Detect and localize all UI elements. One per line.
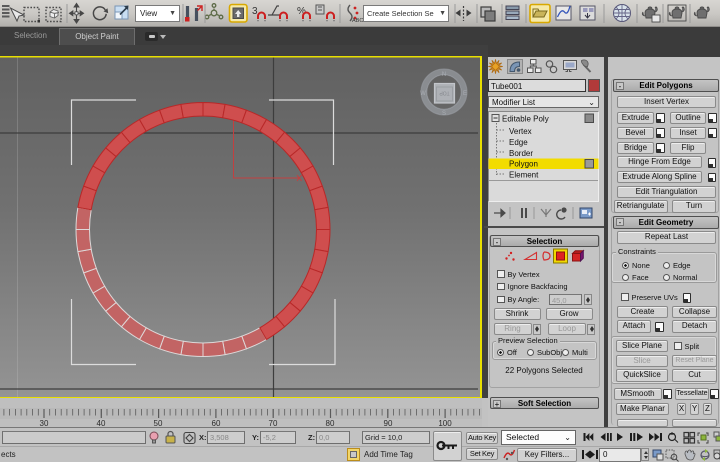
svg-text:Polygon: Polygon — [509, 160, 538, 169]
svg-text:Edge: Edge — [509, 138, 528, 147]
svg-text:W: W — [420, 91, 426, 97]
svg-text:Editable Poly: Editable Poly — [502, 115, 549, 124]
svg-text:Border: Border — [509, 149, 533, 158]
svg-text:Element: Element — [509, 171, 539, 180]
svg-text:E: E — [463, 91, 467, 97]
svg-text:Vertex: Vertex — [509, 127, 532, 136]
svg-text:TOP: TOP — [439, 90, 450, 96]
svg-text:%: % — [297, 6, 306, 17]
svg-text:S: S — [442, 111, 446, 117]
svg-text:N: N — [442, 72, 446, 78]
svg-text:ABC: ABC — [352, 18, 363, 24]
